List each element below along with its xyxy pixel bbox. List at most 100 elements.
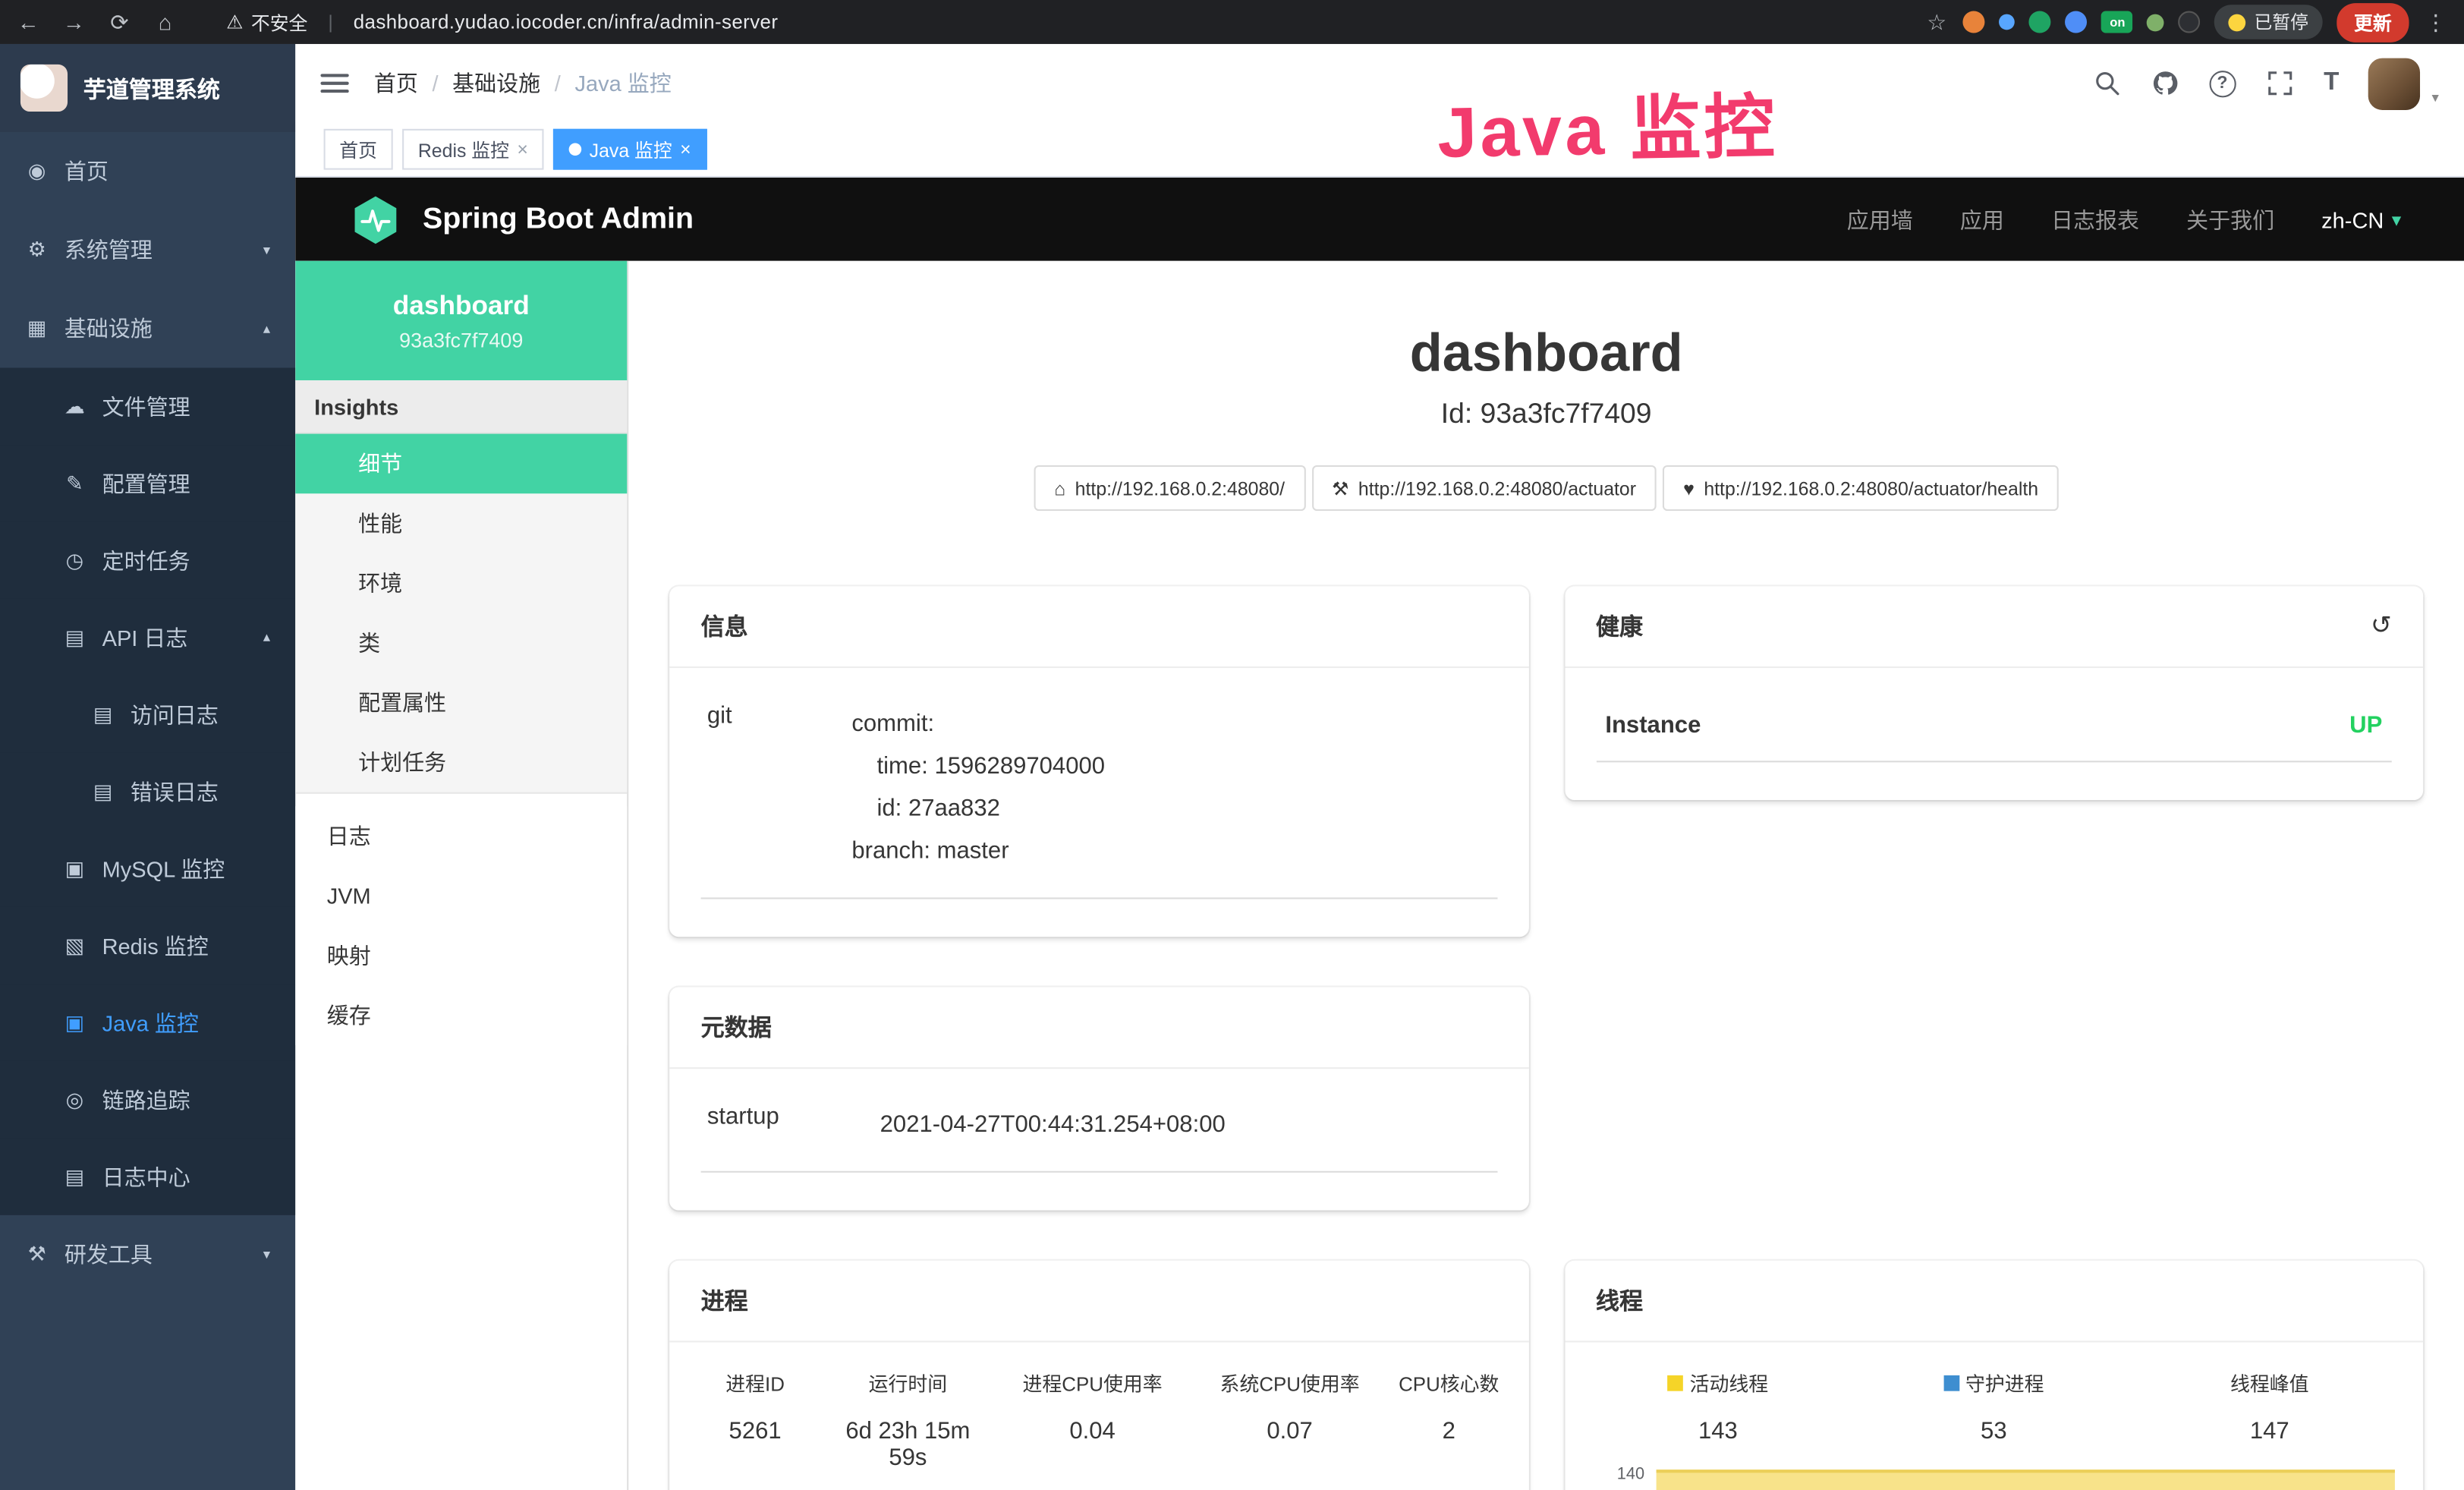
extension-icon[interactable]: [2148, 14, 2165, 31]
close-icon[interactable]: ×: [517, 138, 528, 160]
threads-peak-value: 147: [2132, 1418, 2407, 1444]
search-icon[interactable]: [2093, 69, 2121, 97]
help-icon[interactable]: ?: [2209, 70, 2236, 96]
sba-item-logs[interactable]: 日志: [295, 806, 627, 866]
sidebar-item-label: 日志中心: [102, 1161, 190, 1192]
locale-label: zh-CN: [2321, 206, 2384, 232]
sidebar-item-home[interactable]: ◉ 首页: [0, 132, 295, 211]
breadcrumb-home[interactable]: 首页: [374, 68, 418, 99]
sba-item-details[interactable]: 细节: [295, 434, 627, 494]
security-chip[interactable]: ⚠ 不安全: [226, 8, 307, 35]
java-monitor-icon: ▣: [63, 1010, 87, 1035]
insights-group: 细节 性能 环境 类 配置属性 计划任务: [295, 434, 627, 794]
paused-extension-badge[interactable]: 已暂停: [2215, 5, 2323, 39]
sba-nav-wallboard[interactable]: 应用墙: [1847, 203, 1913, 235]
sba-item-mappings[interactable]: 映射: [295, 926, 627, 986]
sidebar-item-redis[interactable]: ▧ Redis 监控: [0, 907, 295, 984]
sidebar-item-api-log[interactable]: ▤ API 日志 ▴: [0, 599, 295, 676]
extension-icon[interactable]: [2066, 11, 2088, 33]
process-card: 进程 进程ID 运行时间 进程CPU使用率 系统CPU使用率 CPU核心数: [669, 1261, 1528, 1490]
dashboard-icon: ◉: [25, 159, 49, 184]
metadata-value: 2021-04-27T00:44:31.254+08:00: [880, 1104, 1226, 1146]
fullscreen-icon[interactable]: [2265, 69, 2293, 97]
forward-icon[interactable]: →: [61, 0, 87, 44]
sba-locale-select[interactable]: zh-CN ▾: [2321, 206, 2401, 232]
database-icon: ▧: [63, 933, 87, 958]
extension-icon[interactable]: [2179, 11, 2201, 33]
sidebar-item-label: 基础设施: [65, 313, 153, 344]
sidebar-item-mysql[interactable]: ▣ MySQL 监控: [0, 830, 295, 906]
health-instance-row[interactable]: Instance UP: [1596, 696, 2392, 762]
sidebar-item-java[interactable]: ▣ Java 监控: [0, 984, 295, 1060]
tag-home[interactable]: 首页: [324, 129, 393, 170]
process-col-cpu: 进程CPU使用率: [990, 1368, 1194, 1397]
process-val-syscpu: 0.07: [1194, 1418, 1386, 1471]
sba-item-environment[interactable]: 环境: [295, 553, 627, 613]
instance-id: 93a3fc7f7409: [399, 328, 523, 351]
breadcrumb-infra[interactable]: 基础设施: [452, 68, 540, 99]
sba-item-classes[interactable]: 类: [295, 613, 627, 673]
browser-window: ← → ⟳ ⌂ ⚠ 不安全 | dashboard.yudao.iocoder.…: [0, 0, 2464, 1490]
sidebar-item-error-log[interactable]: ▤ 错误日志: [0, 753, 295, 830]
health-url-button[interactable]: ♥ http://192.168.0.2:48080/actuator/heal…: [1663, 465, 2059, 511]
browser-home-icon[interactable]: ⌂: [153, 0, 178, 44]
sidebar-item-trace[interactable]: ◎ 链路追踪: [0, 1061, 295, 1138]
sidebar-item-job[interactable]: ◷ 定时任务: [0, 522, 295, 599]
info-value: commit: time: 1596289704000 id: 27aa832 …: [851, 703, 1105, 873]
sidebar-item-config[interactable]: ✎ 配置管理: [0, 445, 295, 521]
close-icon[interactable]: ×: [680, 138, 691, 160]
gear-icon: ⚙: [25, 238, 49, 263]
back-icon[interactable]: ←: [16, 0, 41, 44]
bookmark-star-icon[interactable]: ☆: [1924, 0, 1949, 44]
sidebar-item-infra[interactable]: ▦ 基础设施 ▴: [0, 289, 295, 368]
sidebar-item-label: 定时任务: [102, 545, 190, 576]
app-logo[interactable]: 芋道管理系统: [0, 44, 295, 132]
security-label: 不安全: [251, 8, 308, 35]
sidebar-item-devtools[interactable]: ⚒ 研发工具 ▾: [0, 1215, 295, 1294]
service-url-button[interactable]: ⌂ http://192.168.0.2:48080/: [1034, 465, 1305, 511]
extension-on-badge[interactable]: on: [2102, 11, 2133, 33]
tags-view: 首页 Redis 监控 × Java 监控 ×: [295, 123, 2464, 178]
reload-icon[interactable]: ⟳: [107, 0, 132, 44]
process-col-uptime: 运行时间: [825, 1368, 990, 1397]
sidebar-item-file[interactable]: ☁ 文件管理: [0, 368, 295, 445]
sba-item-caches[interactable]: 缓存: [295, 985, 627, 1045]
git-branch-line: branch: master: [851, 830, 1105, 872]
github-icon[interactable]: [2151, 69, 2179, 97]
sidebar-item-system[interactable]: ⚙ 系统管理 ▾: [0, 210, 295, 289]
sba-logo-icon: [349, 193, 402, 246]
sba-nav-about[interactable]: 关于我们: [2186, 203, 2274, 235]
tag-java-monitor[interactable]: Java 监控 ×: [553, 129, 706, 170]
card-title-threads: 线程: [1596, 1284, 1643, 1317]
health-status-badge: UP: [2349, 712, 2382, 739]
history-icon[interactable]: ↺: [2371, 614, 2392, 639]
hamburger-icon[interactable]: [320, 74, 348, 93]
sba-item-scheduled-tasks[interactable]: 计划任务: [295, 732, 627, 792]
browser-menu-icon[interactable]: ⋮: [2423, 0, 2448, 44]
admin-menu: ◉ 首页 ⚙ 系统管理 ▾ ▦ 基础设施 ▴ ☁ 文件管理: [0, 132, 295, 1293]
breadcrumb: 首页 / 基础设施 / Java 监控: [374, 68, 672, 99]
user-avatar[interactable]: [2369, 58, 2421, 109]
sba-item-jvm[interactable]: JVM: [295, 866, 627, 926]
sba-brand-title[interactable]: Spring Boot Admin: [423, 202, 694, 237]
sba-item-performance[interactable]: 性能: [295, 493, 627, 553]
extension-icon[interactable]: [2000, 14, 2016, 30]
sba-item-config-props[interactable]: 配置属性: [295, 673, 627, 732]
address-bar-url[interactable]: dashboard.yudao.iocoder.cn/infra/admin-s…: [354, 11, 779, 33]
card-title-process: 进程: [701, 1284, 748, 1317]
tool-icon: ⚒: [25, 1242, 49, 1267]
url-divider: |: [328, 11, 332, 33]
tag-redis-monitor[interactable]: Redis 监控 ×: [402, 129, 543, 170]
extension-icon[interactable]: [2029, 11, 2051, 33]
font-size-icon[interactable]: T: [2324, 69, 2339, 97]
chrome-update-button[interactable]: 更新: [2337, 2, 2409, 42]
actuator-url-button[interactable]: ⚒ http://192.168.0.2:48080/actuator: [1311, 465, 1657, 511]
extension-icon[interactable]: [1963, 11, 1985, 33]
sba-nav-applications[interactable]: 应用: [1960, 203, 2004, 235]
sba-nav-journal[interactable]: 日志报表: [2051, 203, 2139, 235]
legend-daemon-threads: 守护进程: [1856, 1368, 2132, 1397]
sidebar-item-log-center[interactable]: ▤ 日志中心: [0, 1138, 295, 1214]
sidebar-item-access-log[interactable]: ▤ 访问日志: [0, 676, 295, 752]
instance-name: dashboard: [393, 290, 530, 321]
metadata-card: 元数据 startup 2021-04-27T00:44:31.254+08:0…: [669, 987, 1528, 1210]
